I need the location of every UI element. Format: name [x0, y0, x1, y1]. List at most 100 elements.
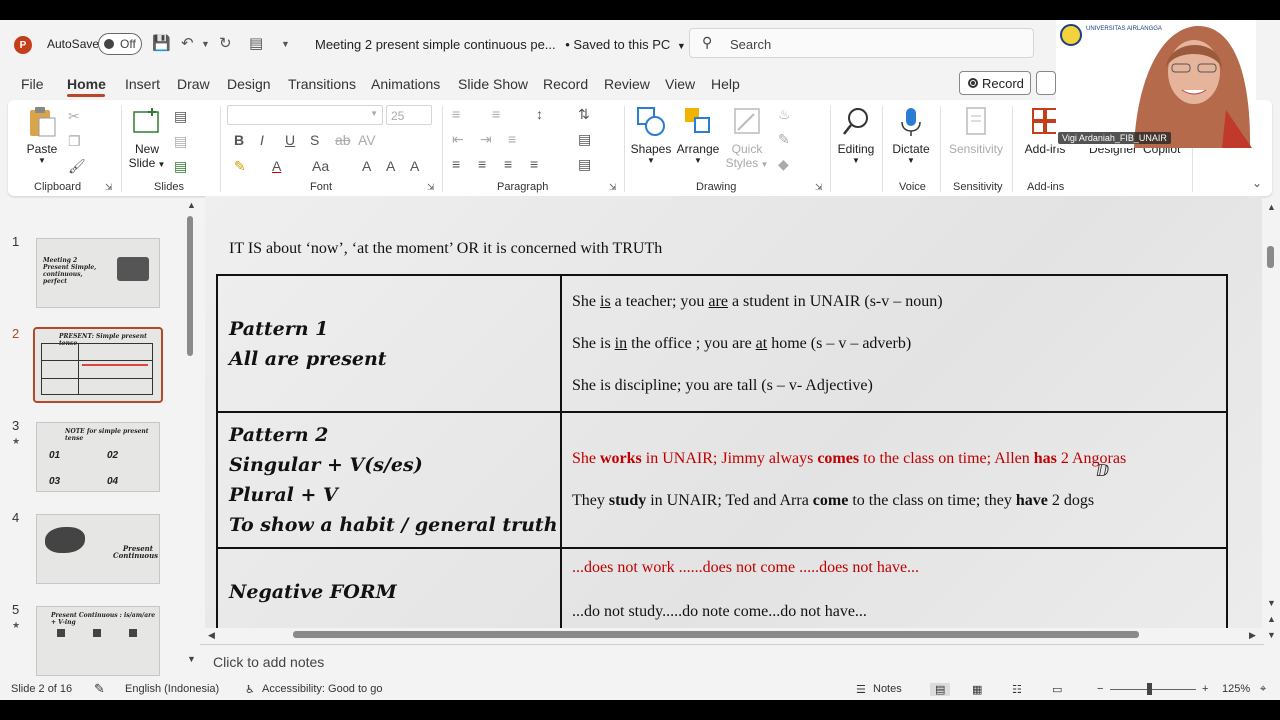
- numbering-icon[interactable]: ≡: [492, 106, 500, 122]
- dialog-launcher-icon[interactable]: ⇲: [815, 182, 823, 193]
- customize-qat-icon[interactable]: ▼: [281, 39, 290, 49]
- table-cell-pattern-2[interactable]: Pattern 2 Singular + V(s/es) Plural + V …: [216, 411, 562, 549]
- scroll-right-icon[interactable]: ▶: [1249, 630, 1256, 641]
- scroll-down-icon[interactable]: ▼: [1267, 598, 1276, 608]
- table-cell-negative[interactable]: Negative FORM: [216, 547, 562, 628]
- fit-to-window-icon[interactable]: ⌖: [1260, 683, 1266, 696]
- character-spacing-icon[interactable]: AV: [358, 132, 376, 148]
- align-text-icon[interactable]: ▤: [578, 131, 591, 148]
- tab-transitions[interactable]: Transitions: [288, 76, 356, 92]
- table-cell-pattern-1[interactable]: Pattern 1 All are present: [216, 274, 562, 413]
- shape-outline-icon[interactable]: ✎: [778, 131, 790, 148]
- justify-icon[interactable]: ≡: [530, 156, 538, 172]
- present-icon[interactable]: ▤: [249, 34, 263, 52]
- increase-indent-icon[interactable]: ⇥: [480, 131, 492, 148]
- editing-button[interactable]: Editing ▼: [834, 106, 878, 165]
- redo-icon[interactable]: ↻: [219, 34, 232, 52]
- save-icon[interactable]: 💾: [152, 34, 171, 52]
- italic-icon[interactable]: I: [260, 132, 264, 148]
- notes-pane[interactable]: Click to add notes: [200, 644, 1264, 680]
- shapes-button[interactable]: Shapes ▼: [630, 106, 672, 165]
- zoom-in-icon[interactable]: +: [1202, 683, 1208, 695]
- slide-thumbnail-4[interactable]: Present Continuous: [36, 514, 160, 584]
- slide-thumbnail-5[interactable]: Present Continuous : is/am/are + V-ing: [36, 606, 160, 676]
- layout-icon[interactable]: ▤: [174, 108, 187, 125]
- tab-view[interactable]: View: [665, 76, 695, 92]
- strikethrough-icon[interactable]: ab: [335, 132, 351, 148]
- dictate-button[interactable]: Dictate ▼: [888, 106, 934, 165]
- text-direction-icon[interactable]: ⇅: [578, 106, 590, 123]
- next-slide-icon[interactable]: ▼: [1267, 630, 1276, 640]
- search-input[interactable]: Search: [730, 37, 771, 52]
- align-center-icon[interactable]: ≡: [478, 156, 486, 172]
- notes-icon[interactable]: ☰: [856, 683, 866, 696]
- scroll-up-icon[interactable]: ▲: [1267, 202, 1276, 212]
- scrollbar-thumb[interactable]: [1267, 246, 1274, 268]
- copy-icon[interactable]: ❐: [68, 133, 81, 150]
- tab-animations[interactable]: Animations: [371, 76, 440, 92]
- scroll-down-icon[interactable]: ▼: [187, 654, 196, 664]
- table-cell-examples-1[interactable]: She is a teacher; you are a student in U…: [560, 274, 1228, 413]
- tab-file[interactable]: File: [21, 76, 44, 92]
- autosave-toggle[interactable]: Off: [98, 33, 142, 55]
- slide-sorter-icon[interactable]: ▦: [972, 683, 982, 696]
- accessibility-icon[interactable]: ♿: [245, 683, 255, 696]
- editor-horizontal-scrollbar[interactable]: ◀ ▶: [205, 628, 1262, 642]
- shadow-icon[interactable]: S: [310, 132, 319, 148]
- bullets-icon[interactable]: ≡: [452, 106, 460, 122]
- zoom-slider[interactable]: [1110, 689, 1196, 690]
- slide-subtitle[interactable]: IT IS about ‘now’, ‘at the moment’ OR it…: [229, 240, 662, 258]
- slide-thumbnail-1[interactable]: Meeting 2 Present Simple, continuous, pe…: [36, 238, 160, 308]
- scrollbar-thumb[interactable]: [187, 216, 193, 356]
- record-button[interactable]: Record: [959, 71, 1031, 95]
- tab-home[interactable]: Home: [67, 76, 106, 92]
- search-box[interactable]: ⚲ Search: [689, 28, 1034, 58]
- dialog-launcher-icon[interactable]: ⇲: [609, 182, 617, 193]
- clear-formatting-icon[interactable]: A: [410, 158, 419, 174]
- scrollbar-thumb[interactable]: [293, 631, 1139, 638]
- zoom-level[interactable]: 125%: [1222, 683, 1250, 695]
- cut-icon[interactable]: ✂: [68, 108, 80, 125]
- dialog-launcher-icon[interactable]: ⇲: [105, 182, 113, 193]
- language-indicator[interactable]: English (Indonesia): [125, 683, 219, 695]
- font-color-icon[interactable]: A: [272, 158, 281, 174]
- dialog-launcher-icon[interactable]: ⇲: [427, 182, 435, 193]
- grow-font-icon[interactable]: A: [362, 158, 371, 174]
- columns-icon[interactable]: ≡: [508, 131, 516, 147]
- reset-icon[interactable]: ▤: [174, 133, 187, 150]
- scroll-left-icon[interactable]: ◀: [208, 630, 215, 641]
- tab-insert[interactable]: Insert: [125, 76, 160, 92]
- spelling-icon[interactable]: ✎: [94, 681, 105, 697]
- change-case-icon[interactable]: Aa: [312, 158, 329, 174]
- collapse-ribbon-icon[interactable]: ⌄: [1252, 176, 1262, 190]
- tab-slide-show[interactable]: Slide Show: [458, 76, 528, 92]
- slide-editor[interactable]: ​ IT IS about ‘now’, ‘at the moment’ OR …: [205, 196, 1262, 628]
- arrange-button[interactable]: Arrange ▼: [676, 106, 720, 165]
- share-button[interactable]: [1036, 71, 1056, 95]
- notes-placeholder[interactable]: Click to add notes: [213, 654, 324, 670]
- slide-table[interactable]: Pattern 1 All are present She is a teach…: [216, 274, 1228, 628]
- normal-view-icon[interactable]: ▤: [930, 683, 951, 696]
- undo-dropdown-icon[interactable]: ▼: [201, 39, 210, 49]
- scroll-up-icon[interactable]: ▲: [187, 200, 196, 210]
- tab-help[interactable]: Help: [711, 76, 740, 92]
- slide[interactable]: ​ IT IS about ‘now’, ‘at the moment’ OR …: [205, 196, 1262, 628]
- zoom-slider-thumb[interactable]: [1147, 683, 1152, 695]
- line-spacing-icon[interactable]: ↕: [536, 106, 543, 122]
- accessibility-status[interactable]: Accessibility: Good to go: [262, 683, 382, 695]
- underline-icon[interactable]: U: [285, 132, 295, 148]
- slide-show-icon[interactable]: ▭: [1052, 683, 1062, 696]
- sensitivity-button[interactable]: Sensitivity: [946, 106, 1006, 156]
- quick-styles-button[interactable]: Quick Styles ▼: [725, 106, 769, 170]
- font-family-select[interactable]: ▼: [227, 105, 383, 125]
- document-title[interactable]: Meeting 2 present simple continuous pe..…: [315, 37, 686, 52]
- reading-view-icon[interactable]: ☷: [1012, 683, 1022, 696]
- decrease-indent-icon[interactable]: ⇤: [452, 131, 464, 148]
- table-cell-negative-examples[interactable]: ...does not work ......does not come ...…: [560, 547, 1228, 628]
- tab-review[interactable]: Review: [604, 76, 650, 92]
- align-right-icon[interactable]: ≡: [504, 156, 512, 172]
- font-size-select[interactable]: 25: [386, 105, 432, 125]
- previous-slide-icon[interactable]: ▲: [1267, 614, 1276, 624]
- slide-thumbnail-2[interactable]: PRESENT: Simple present tense: [33, 327, 163, 403]
- notes-button[interactable]: Notes: [873, 683, 902, 695]
